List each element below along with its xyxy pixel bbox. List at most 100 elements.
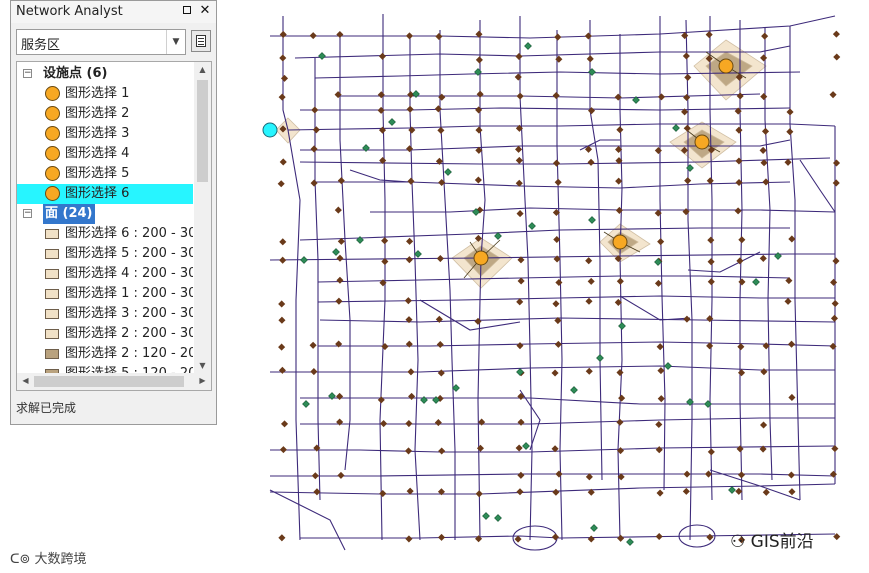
junction-point [762, 488, 770, 496]
incident-marker [444, 168, 452, 176]
junction-point [279, 54, 287, 62]
incident-marker [388, 118, 396, 126]
junction-point [616, 418, 624, 426]
junction-point [759, 254, 767, 262]
junction-point [378, 126, 387, 134]
junction-point [761, 32, 769, 40]
junction-point [515, 145, 523, 153]
junction-point [437, 126, 445, 134]
junction-point [684, 177, 692, 185]
junction-point [438, 533, 446, 541]
junction-point [587, 107, 596, 115]
incident-marker [672, 124, 680, 132]
junction-point [683, 470, 691, 478]
junction-point [760, 421, 768, 429]
incident-marker [318, 52, 326, 60]
junction-point [476, 444, 484, 452]
junction-point [280, 74, 289, 82]
junction-point [475, 490, 483, 498]
junction-point [407, 368, 415, 376]
junction-point [654, 147, 662, 155]
junction-point [334, 91, 342, 99]
incident-marker [626, 538, 634, 546]
junction-point [517, 418, 525, 426]
facility-point[interactable] [473, 250, 489, 266]
junction-point [615, 177, 623, 185]
junction-point [616, 277, 624, 285]
junction-point [618, 394, 626, 402]
junction-point [682, 487, 690, 495]
facility-point[interactable] [694, 134, 710, 150]
junction-point [829, 91, 837, 99]
junction-point [476, 90, 484, 98]
junction-point [683, 93, 691, 102]
facility-selected-point[interactable] [262, 122, 278, 138]
facility-point[interactable] [612, 234, 628, 250]
junction-point [657, 93, 666, 101]
junction-point [278, 93, 286, 101]
junction-point [515, 52, 523, 61]
junction-point [707, 448, 715, 456]
junction-point [616, 126, 624, 134]
incident-marker [728, 486, 736, 494]
junction-point [787, 471, 795, 479]
junction-point [552, 300, 560, 308]
junction-point [514, 535, 522, 543]
network-map[interactable] [0, 0, 869, 573]
incident-marker [590, 524, 598, 532]
junction-point [759, 146, 767, 154]
junction-point [404, 447, 413, 455]
junction-point [278, 300, 286, 308]
junction-point [406, 105, 414, 113]
junction-point [738, 278, 746, 286]
junction-point [734, 207, 742, 215]
junction-point [516, 92, 524, 100]
junction-point [515, 444, 523, 452]
junction-point [655, 446, 663, 454]
junction-point [657, 367, 665, 375]
facility-point[interactable] [718, 58, 734, 74]
junction-point [310, 368, 318, 376]
junction-point [554, 33, 562, 41]
junction-point [761, 127, 770, 135]
incident-marker [596, 354, 604, 362]
junction-point [832, 257, 840, 265]
junction-point [281, 420, 289, 428]
junction-point [832, 159, 841, 167]
junction-point [788, 393, 796, 402]
junction-point [657, 395, 665, 403]
brand-icon: ᑕ⊚ [10, 552, 35, 567]
junction-point [585, 257, 593, 265]
incident-marker [524, 42, 532, 50]
junction-point [408, 392, 416, 400]
junction-point [683, 315, 691, 323]
junction-point [278, 534, 286, 542]
junction-point [551, 369, 559, 377]
junction-point [278, 343, 286, 351]
junction-point [682, 52, 690, 60]
junction-point [760, 93, 768, 101]
junction-point [336, 30, 344, 39]
junction-point [705, 31, 713, 39]
junction-point [311, 472, 319, 480]
junction-point [616, 368, 624, 377]
junction-point [405, 535, 413, 543]
junction-point [407, 177, 415, 185]
junction-point [474, 176, 482, 184]
junction-point [555, 55, 563, 63]
junction-point [438, 447, 446, 455]
junction-point [406, 145, 414, 153]
junction-point [279, 158, 287, 166]
watermark-left: ᑕ⊚ 大数跨境 [10, 548, 87, 567]
junction-point [784, 297, 792, 305]
junction-point [829, 470, 837, 478]
junction-point [437, 369, 445, 377]
junction-point [516, 342, 524, 350]
junction-point [832, 30, 840, 38]
junction-point [654, 279, 663, 287]
junction-point [737, 343, 745, 351]
junction-point [614, 93, 622, 101]
incident-marker [588, 216, 596, 224]
junction-point [516, 210, 524, 218]
watermark-right-text: GIS前沿 [750, 532, 814, 552]
